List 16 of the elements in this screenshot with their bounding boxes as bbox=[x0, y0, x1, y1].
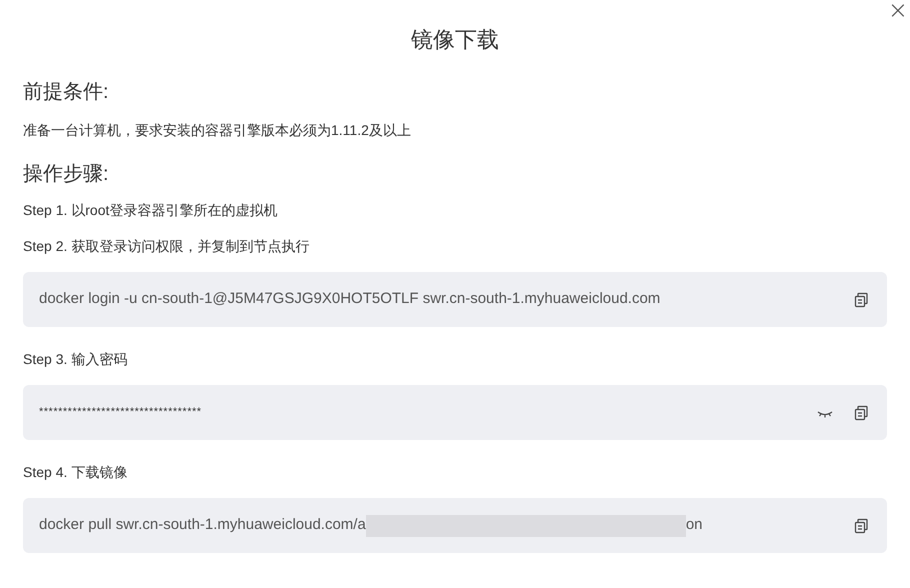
section-heading: 操作步骤: bbox=[23, 162, 109, 187]
command-text: on bbox=[686, 515, 703, 536]
copy-icon[interactable] bbox=[853, 292, 869, 308]
copy-icon[interactable] bbox=[853, 404, 869, 420]
section-heading: 前提条件: bbox=[23, 80, 109, 105]
close-button[interactable]: × bbox=[888, 0, 908, 22]
copy-icon[interactable] bbox=[853, 518, 869, 534]
command-text: docker pull swr.cn-south-1.myhuaweicloud.com/a bbox=[39, 515, 366, 536]
step-label: Step 4. 下载镜像 bbox=[23, 463, 128, 482]
body-text: 准备一台计算机，要求安装的容器引擎版本必须为1.11.2及以上 bbox=[23, 121, 411, 140]
dialog-title: 镜像下载 bbox=[411, 26, 499, 54]
step-label: Step 2. 获取登录访问权限，并复制到节点执行 bbox=[23, 237, 310, 256]
password-text: ********************************** bbox=[39, 405, 202, 420]
step-label: Step 3. 输入密码 bbox=[23, 350, 128, 369]
command-text: docker login -u cn-south-1@J5M47GSJG9X0HOT5OTLF swr.cn-south-1.myhuaweicloud.com bbox=[39, 289, 660, 310]
step-label: Step 1. 以root登录容器引擎所在的虚拟机 bbox=[23, 201, 278, 220]
